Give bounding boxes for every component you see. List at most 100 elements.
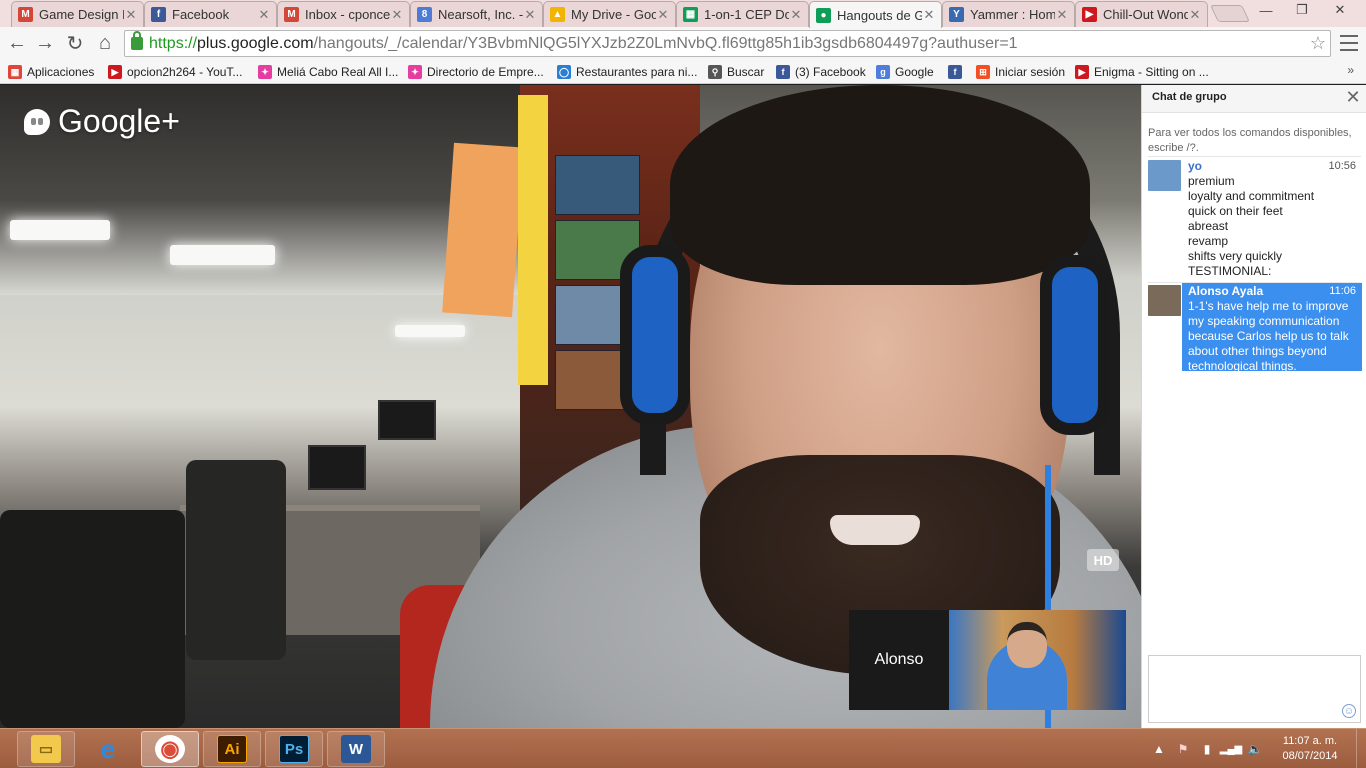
bookmark-item[interactable]: f (3) Facebook — [776, 63, 866, 81]
home-button[interactable]: ⌂ — [92, 31, 118, 55]
back-button[interactable]: ← — [4, 31, 30, 55]
message-text-line: because Carlos help us to talk — [1188, 329, 1349, 343]
system-clock[interactable]: 11:07 a. m. 08/07/2014 — [1270, 734, 1350, 764]
tab-close-icon[interactable]: ✕ — [789, 7, 803, 23]
bookmark-item[interactable]: ⚲ Buscar — [708, 63, 764, 81]
sites-icon: 8 — [417, 7, 432, 22]
tab-close-icon[interactable]: ✕ — [656, 7, 670, 23]
self-view-camera[interactable] — [949, 610, 1126, 710]
tab-close-icon[interactable]: ✕ — [1055, 7, 1069, 23]
taskbar-app-ie[interactable]: e — [79, 731, 137, 767]
office-chair — [0, 510, 185, 728]
chat-message-input[interactable]: ☺ — [1148, 655, 1361, 723]
browser-tab[interactable]: 8 Nearsoft, Inc. - ✕ — [410, 1, 543, 27]
message-sender: Alonso Ayala — [1188, 284, 1264, 298]
browser-tab[interactable]: M Game Design F ✕ — [11, 1, 144, 27]
emoji-icon[interactable]: ☺ — [1342, 704, 1356, 718]
browser-tab[interactable]: M Inbox - cponce ✕ — [277, 1, 410, 27]
ceiling-light — [10, 220, 110, 240]
action-center-flag-icon[interactable]: ⚑ — [1176, 729, 1190, 768]
bookmark-label: (3) Facebook — [795, 65, 866, 79]
windows-taskbar: ▲ ⚑ ▮ ▂▄▆ 🔈 11:07 a. m. 08/07/2014 ▭ e ◉ Ai… — [0, 728, 1366, 768]
browser-tab[interactable]: f Facebook ✕ — [144, 1, 277, 27]
chat-message[interactable]: Alonso Ayala 11:06 1-1's have help me to i… — [1148, 283, 1362, 376]
group-chat-panel: Chat de grupo ✕ Para ver todos los coman… — [1141, 85, 1366, 728]
new-tab-button[interactable] — [1210, 5, 1250, 22]
message-text-line: about other things beyond — [1188, 344, 1327, 358]
tray-overflow-icon[interactable]: ▲ — [1152, 729, 1166, 768]
bookmark-item[interactable]: ▶ opcion2h264 - YouT... — [108, 63, 242, 81]
ring-icon: ◯ — [557, 65, 571, 79]
chat-help-text: Para ver todos los comandos disponibles,… — [1148, 127, 1352, 154]
tab-close-icon[interactable]: ✕ — [523, 7, 537, 23]
clock-date: 08/07/2014 — [1282, 750, 1338, 762]
bookmark-item[interactable]: g Google — [876, 63, 934, 81]
browser-tab[interactable]: ▲ My Drive - Goo ✕ — [543, 1, 676, 27]
show-desktop-button[interactable] — [1356, 729, 1366, 768]
tab-title: My Drive - Goo — [571, 7, 656, 22]
minimize-icon[interactable]: — — [1252, 0, 1280, 20]
background-monitor — [308, 445, 366, 490]
address-bar[interactable]: https:// plus.google.com /hangouts/_/cal… — [124, 30, 1331, 57]
avatar[interactable] — [1148, 160, 1181, 191]
taskbar-app-photoshop[interactable]: Ps — [265, 731, 323, 767]
drive-icon: ▲ — [550, 7, 565, 22]
browser-tab[interactable]: ▦ 1-on-1 CEP Do ✕ — [676, 1, 809, 27]
volume-icon[interactable]: 🔈 — [1245, 729, 1265, 768]
browser-toolbar: ← → ↻ ⌂ https:// plus.google.com /hangou… — [0, 27, 1366, 60]
reload-button[interactable]: ↻ — [62, 31, 88, 55]
restore-icon[interactable]: ❐ — [1288, 0, 1316, 20]
close-chat-icon[interactable]: ✕ — [1345, 87, 1361, 107]
hd-badge[interactable]: HD — [1087, 549, 1119, 571]
avatar[interactable] — [1148, 285, 1181, 316]
tab-title: Chill-Out Wond — [1103, 7, 1188, 22]
tab-close-icon[interactable]: ✕ — [390, 7, 404, 23]
folder-icon: ▭ — [31, 735, 61, 763]
taskbar-app-illustrator[interactable]: Ai — [203, 731, 261, 767]
bookmark-item[interactable]: f — [948, 63, 967, 81]
facebook-icon: f — [776, 65, 790, 79]
tab-close-icon[interactable]: ✕ — [257, 7, 271, 23]
tab-title: Game Design F — [39, 7, 124, 22]
tab-title: Yammer : Hom — [970, 7, 1055, 22]
chat-message[interactable]: yo 10:56 premium loyalty and commitment quic… — [1148, 158, 1362, 281]
bookmark-item[interactable]: ▦ Aplicaciones — [8, 63, 94, 81]
bookmark-item[interactable]: ⊞ Iniciar sesión — [976, 63, 1065, 81]
message-sender: yo — [1188, 159, 1203, 173]
taskbar-app-word[interactable]: W — [327, 731, 385, 767]
forward-button[interactable]: → — [32, 31, 58, 55]
bookmarks-overflow-button[interactable]: » — [1347, 63, 1354, 77]
tab-title: Inbox - cponce — [305, 7, 390, 22]
message-time: 10:56 — [1328, 160, 1356, 172]
battery-icon[interactable]: ▮ — [1200, 729, 1214, 768]
self-view-panel[interactable]: Alonso — [849, 610, 1126, 710]
photoshop-icon: Ps — [279, 735, 309, 763]
browser-tab[interactable]: ▶ Chill-Out Wond ✕ — [1075, 1, 1208, 27]
tab-strip: — ❐ ✕ M Game Design F ✕ f Facebook ✕ M Inbox - … — [0, 0, 1366, 28]
message-text-line: abreast — [1188, 219, 1229, 233]
word-icon: W — [341, 735, 371, 763]
taskbar-app-explorer[interactable]: ▭ — [17, 731, 75, 767]
gmail-icon: M — [284, 7, 299, 22]
bookmark-label: Google — [895, 65, 934, 79]
bookmark-label: Restaurantes para ni... — [576, 65, 698, 79]
bookmark-item[interactable]: ✦ Directorio de Empre... — [408, 63, 544, 81]
message-text-line: 1-1's have help me to improve — [1188, 299, 1349, 313]
network-signal-icon[interactable]: ▂▄▆ — [1220, 729, 1242, 768]
bookmark-item[interactable]: ✦ Meliá Cabo Real All I... — [258, 63, 398, 81]
message-text-line: loyalty and commitment — [1188, 189, 1315, 203]
tab-title: Hangouts de G — [837, 7, 922, 23]
tab-close-icon[interactable]: ✕ — [922, 7, 936, 23]
browser-tab[interactable]: ● Hangouts de G ✕ — [809, 1, 942, 28]
main-video[interactable]: Google+ HD Alonso — [0, 85, 1141, 728]
bookmark-item[interactable]: ▶ Enigma - Sitting on ... — [1075, 63, 1209, 81]
chrome-menu-button[interactable] — [1340, 33, 1358, 53]
tab-close-icon[interactable]: ✕ — [124, 7, 138, 23]
taskbar-app-chrome[interactable]: ◉ — [141, 731, 199, 767]
message-text-line: technological things. — [1188, 359, 1297, 373]
bookmark-star-icon[interactable]: ☆ — [1310, 33, 1326, 54]
browser-tab[interactable]: Y Yammer : Hom ✕ — [942, 1, 1075, 27]
close-window-icon[interactable]: ✕ — [1326, 0, 1354, 20]
tab-close-icon[interactable]: ✕ — [1188, 7, 1202, 23]
bookmark-item[interactable]: ◯ Restaurantes para ni... — [557, 63, 697, 81]
